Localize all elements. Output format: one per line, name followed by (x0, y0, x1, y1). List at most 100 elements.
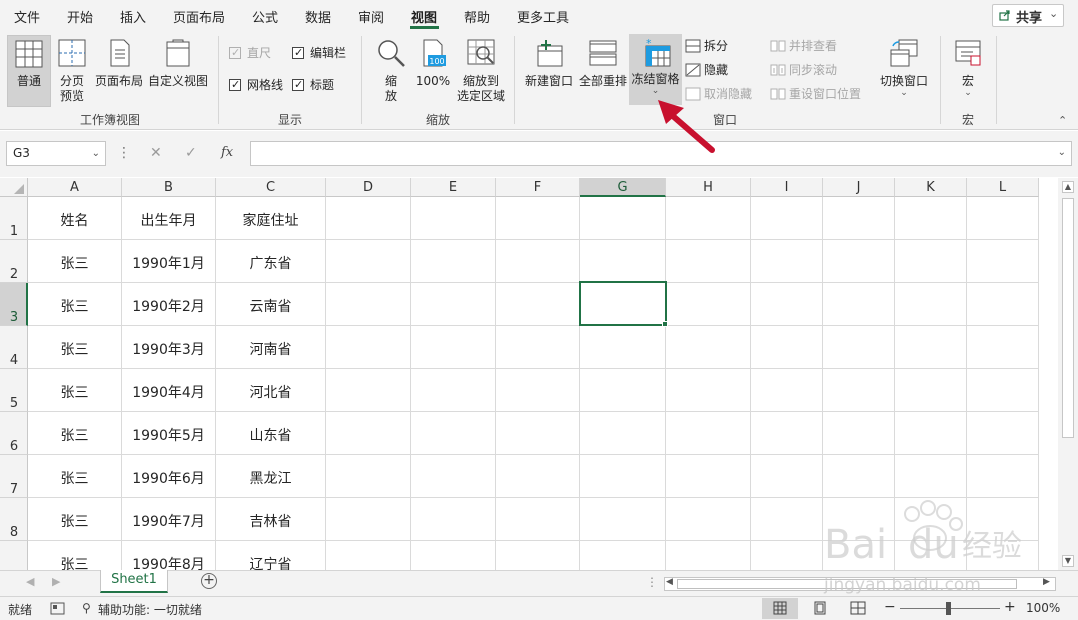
cell-h1[interactable] (666, 197, 751, 240)
switch-windows-button[interactable]: 切换窗口 ⌄ (876, 36, 932, 98)
cell-e6[interactable] (411, 412, 496, 455)
row-header-4[interactable]: 4 (0, 326, 28, 369)
cell-h6[interactable] (666, 412, 751, 455)
cell-l4[interactable] (967, 326, 1039, 369)
cell-f1[interactable] (496, 197, 580, 240)
freeze-panes-button[interactable]: * 冻结窗格 ⌄ (629, 34, 682, 105)
zoom-to-selection-button[interactable]: 缩放到 选定区域 (454, 36, 508, 104)
cell-h7[interactable] (666, 455, 751, 498)
cell-e5[interactable] (411, 369, 496, 412)
cell-c3[interactable]: 云南省 (216, 283, 326, 326)
cell-e3[interactable] (411, 283, 496, 326)
column-header-i[interactable]: I (751, 178, 823, 197)
cell-f3[interactable] (496, 283, 580, 326)
row-header-2[interactable]: 2 (0, 240, 28, 283)
cell-c8[interactable]: 吉林省 (216, 498, 326, 541)
cell-j6[interactable] (823, 412, 895, 455)
cell-i7[interactable] (751, 455, 823, 498)
insert-function-icon[interactable]: fx (221, 145, 233, 160)
zoom-level[interactable]: 100% (1026, 601, 1060, 615)
column-header-c[interactable]: C (216, 178, 326, 197)
page-break-status-button[interactable] (840, 598, 876, 619)
cell-j2[interactable] (823, 240, 895, 283)
cell-f4[interactable] (496, 326, 580, 369)
cell-h8[interactable] (666, 498, 751, 541)
vertical-scrollbar[interactable]: ▲ ▼ (1058, 178, 1078, 570)
cell-f9[interactable] (496, 541, 580, 570)
accessibility-status[interactable]: 辅助功能: 一切就绪 (98, 601, 202, 618)
cell-i4[interactable] (751, 326, 823, 369)
column-header-j[interactable]: J (823, 178, 895, 197)
cell-a8[interactable]: 张三 (28, 498, 122, 541)
custom-views-button[interactable]: 自定义视图 (146, 36, 210, 89)
cell-d6[interactable] (326, 412, 411, 455)
cell-b7[interactable]: 1990年6月 (122, 455, 216, 498)
cell-k5[interactable] (895, 369, 967, 412)
gridlines-checkbox[interactable]: ✓ 网格线 (229, 77, 289, 93)
cell-c9[interactable]: 辽宁省 (216, 541, 326, 570)
column-header-f[interactable]: F (496, 178, 580, 197)
cell-l5[interactable] (967, 369, 1039, 412)
zoom-slider-thumb[interactable] (946, 602, 951, 615)
cell-f7[interactable] (496, 455, 580, 498)
cell-h4[interactable] (666, 326, 751, 369)
cell-l3[interactable] (967, 283, 1039, 326)
cell-i9[interactable] (751, 541, 823, 570)
tab-review[interactable]: 审阅 (358, 7, 384, 26)
cell-c2[interactable]: 广东省 (216, 240, 326, 283)
prev-sheet-icon[interactable]: ◀ (26, 575, 34, 588)
cell-b1[interactable]: 出生年月 (122, 197, 216, 240)
cell-c5[interactable]: 河北省 (216, 369, 326, 412)
macro-record-icon[interactable] (50, 602, 65, 615)
row-header-3[interactable]: 3 (0, 283, 28, 326)
cell-l1[interactable] (967, 197, 1039, 240)
cancel-icon[interactable]: ✕ (150, 145, 162, 161)
cell-d5[interactable] (326, 369, 411, 412)
cell-h5[interactable] (666, 369, 751, 412)
cell-j1[interactable] (823, 197, 895, 240)
cell-a5[interactable]: 张三 (28, 369, 122, 412)
cell-c4[interactable]: 河南省 (216, 326, 326, 369)
cell-c1[interactable]: 家庭住址 (216, 197, 326, 240)
cell-i8[interactable] (751, 498, 823, 541)
column-header-d[interactable]: D (326, 178, 411, 197)
cell-g6[interactable] (580, 412, 666, 455)
cell-l2[interactable] (967, 240, 1039, 283)
cell-l7[interactable] (967, 455, 1039, 498)
cell-e8[interactable] (411, 498, 496, 541)
scroll-up-icon[interactable]: ▲ (1062, 181, 1074, 193)
cell-d8[interactable] (326, 498, 411, 541)
name-box[interactable]: G3 ⌄ (6, 141, 106, 166)
tab-help[interactable]: 帮助 (464, 7, 490, 26)
cell-g7[interactable] (580, 455, 666, 498)
cell-i5[interactable] (751, 369, 823, 412)
tab-insert[interactable]: 插入 (120, 7, 146, 26)
cell-a3[interactable]: 张三 (28, 283, 122, 326)
cell-i6[interactable] (751, 412, 823, 455)
cell-h9[interactable] (666, 541, 751, 570)
cell-a2[interactable]: 张三 (28, 240, 122, 283)
cell-b8[interactable]: 1990年7月 (122, 498, 216, 541)
cell-a6[interactable]: 张三 (28, 412, 122, 455)
cell-b9[interactable]: 1990年8月 (122, 541, 216, 570)
cell-a4[interactable]: 张三 (28, 326, 122, 369)
cell-e7[interactable] (411, 455, 496, 498)
cell-k4[interactable] (895, 326, 967, 369)
cell-d7[interactable] (326, 455, 411, 498)
enter-icon[interactable]: ✓ (185, 145, 197, 161)
collapse-ribbon-icon[interactable]: ⌃ (1058, 114, 1067, 127)
row-header-8[interactable]: 8 (0, 498, 28, 541)
cell-f2[interactable] (496, 240, 580, 283)
cell-d4[interactable] (326, 326, 411, 369)
zoom-out-icon[interactable]: − (884, 599, 896, 615)
column-header-k[interactable]: K (895, 178, 967, 197)
column-header-a[interactable]: A (28, 178, 122, 197)
cell-i2[interactable] (751, 240, 823, 283)
row-header-5[interactable]: 5 (0, 369, 28, 412)
headings-checkbox[interactable]: ✓ 标题 (292, 77, 352, 93)
normal-view-button[interactable]: 普通 (7, 35, 51, 107)
zoom-in-icon[interactable]: + (1004, 599, 1016, 615)
zoom-100-button[interactable]: 100 100% (414, 36, 452, 89)
cell-f6[interactable] (496, 412, 580, 455)
cell-h2[interactable] (666, 240, 751, 283)
